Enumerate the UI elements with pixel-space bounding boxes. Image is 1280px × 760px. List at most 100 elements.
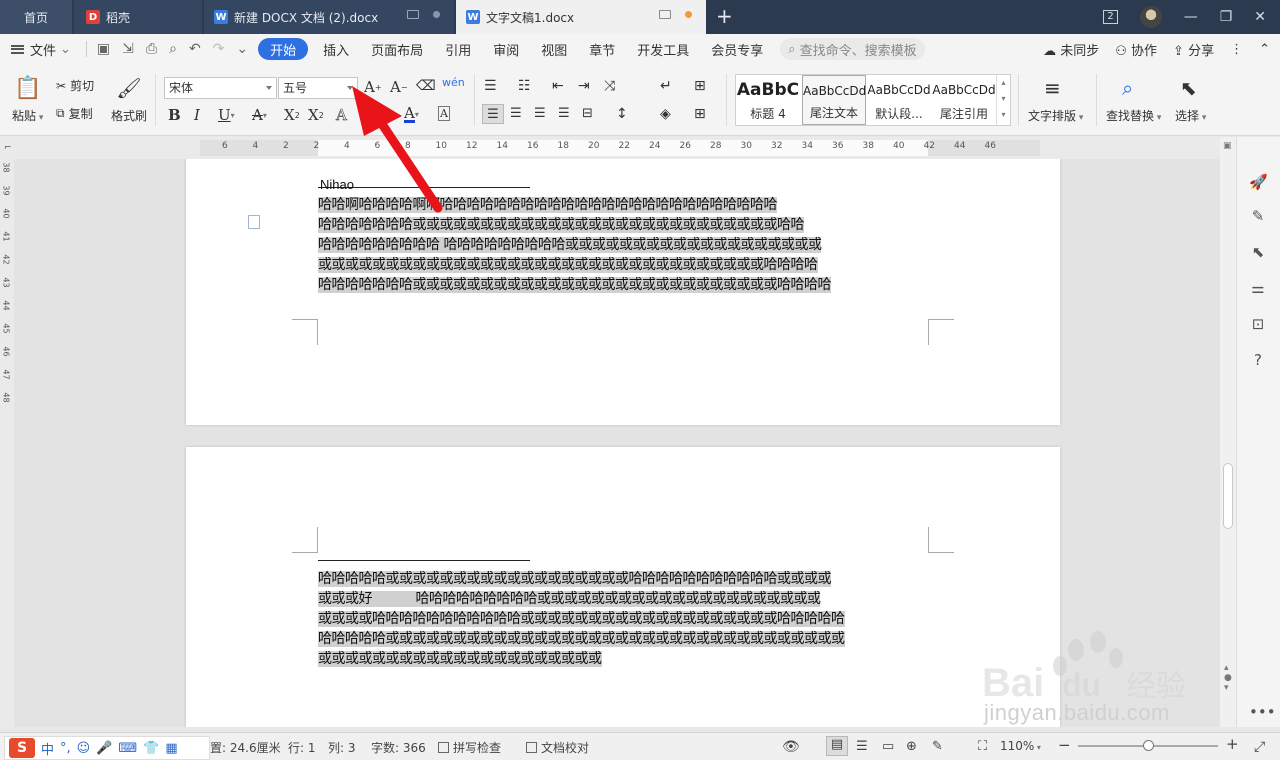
fit-page-icon[interactable]: ⛶ <box>978 739 987 754</box>
char-border-icon[interactable]: A <box>438 106 450 121</box>
bold-icon[interactable]: B <box>168 106 181 124</box>
spell-check-button[interactable]: 拼写检查 <box>438 739 501 756</box>
strikethrough-icon[interactable]: A ▾ <box>252 106 267 124</box>
decrease-indent-icon[interactable]: ⇤ <box>552 78 564 94</box>
web-view-icon[interactable]: ⊕ <box>906 739 917 754</box>
tab-home[interactable]: 首页 <box>0 0 72 34</box>
find-replace-button[interactable]: 查找替换 ▾ <box>1106 107 1161 124</box>
unsaved-dot-icon[interactable] <box>685 11 692 18</box>
eye-protection-icon[interactable]: 👁 <box>782 739 800 755</box>
numbering-icon[interactable]: ☷ <box>518 78 531 94</box>
rocket-icon[interactable]: 🚀 <box>1249 173 1268 191</box>
pointer-icon[interactable]: ⬉ <box>1249 243 1267 261</box>
apps-icon[interactable]: ▦ <box>165 741 177 756</box>
distributed-icon[interactable]: ⊟ <box>582 106 593 121</box>
chinese-layout-icon[interactable]: ⤨ <box>604 78 615 94</box>
tab-review[interactable]: 审阅 <box>482 34 530 64</box>
grow-font-icon[interactable]: A + <box>364 78 382 96</box>
emoji-icon[interactable]: ☺ <box>77 741 91 756</box>
skin-icon[interactable]: 👕 <box>143 741 159 756</box>
phonetic-guide-icon[interactable]: wén <box>442 76 465 89</box>
more-dots-icon[interactable]: ••• <box>1249 703 1276 721</box>
restore-icon[interactable]: ❐ <box>1220 9 1233 25</box>
doc-check-button[interactable]: 文档校对 <box>526 739 589 756</box>
file-menu[interactable]: 文件 ⌄ <box>0 34 82 64</box>
line-break-icon[interactable]: ↵ <box>660 78 672 94</box>
more-icon[interactable]: ⋮ <box>1230 42 1243 57</box>
write-mode-icon[interactable]: ✎ <box>932 739 943 754</box>
page-view-icon[interactable]: ▤ <box>826 736 848 756</box>
inbox-icon[interactable]: ⊡ <box>1249 315 1267 333</box>
scroll-top-icon[interactable]: ▣ <box>1223 141 1232 151</box>
copy-button[interactable]: ⧉ 复制 <box>56 105 93 122</box>
style-default-para[interactable]: AaBbCcDd 默认段... <box>867 75 931 125</box>
export-icon[interactable]: ⇲ <box>116 41 140 57</box>
tab-developer[interactable]: 开发工具 <box>626 34 700 64</box>
clear-format-icon[interactable]: ⌫ <box>416 78 436 94</box>
word-count[interactable]: 字数: 366 <box>371 739 426 756</box>
style-gallery-scroll[interactable]: ▴ ▾ ▾ <box>996 75 1010 125</box>
cut-button[interactable]: ✂ 剪切 <box>56 77 94 94</box>
align-left-icon[interactable]: ☰ <box>482 104 504 124</box>
paste-icon[interactable]: 📋 <box>14 74 42 102</box>
share-button[interactable]: ⇪ 分享 <box>1173 40 1214 59</box>
font-size-select[interactable]: 五号 <box>278 77 358 99</box>
page-2[interactable]: 哈哈哈哈哈或或或或或或或或或或或或或或或或或或哈哈哈哈哈哈哈哈哈哈哈或或或或 或… <box>186 447 1060 727</box>
undo-icon[interactable]: ↶ <box>183 41 207 57</box>
page2-body[interactable]: 哈哈哈哈哈或或或或或或或或或或或或或或或或或或哈哈哈哈哈哈哈哈哈哈哈或或或或 或… <box>318 569 930 669</box>
tab-start[interactable]: 开始 <box>258 38 309 60</box>
collab-button[interactable]: ⚇ 协作 <box>1115 40 1157 59</box>
close-window-icon[interactable]: ✕ <box>1254 9 1266 25</box>
zoom-in-icon[interactable]: + <box>1226 735 1239 753</box>
vertical-ruler[interactable]: 38 39 40 41 42 43 44 45 46 47 48 <box>0 159 14 727</box>
help-icon[interactable]: ? <box>1249 351 1267 369</box>
text-effect-icon[interactable]: A <box>336 106 347 125</box>
scrollbar-thumb[interactable] <box>1223 463 1233 529</box>
punctuation-icon[interactable]: °, <box>60 741 71 756</box>
underline-icon[interactable]: U ▾ <box>218 106 235 124</box>
zoom-slider-thumb[interactable] <box>1143 740 1154 751</box>
print-preview-icon[interactable]: ⌕ <box>163 41 183 57</box>
pen-icon[interactable]: ✎ <box>1249 207 1267 225</box>
font-name-select[interactable]: 宋体 <box>164 77 277 99</box>
avatar[interactable] <box>1139 6 1162 28</box>
tab-references[interactable]: 引用 <box>434 34 482 64</box>
command-search[interactable]: ⌕ 查找命令、搜索模板 <box>780 38 925 60</box>
tab-insert[interactable]: 插入 <box>312 34 360 64</box>
keyboard-icon[interactable]: ⌨ <box>118 741 137 756</box>
minimize-icon[interactable]: — <box>1184 9 1198 25</box>
tab-chapter[interactable]: 章节 <box>578 34 626 64</box>
ime-mode[interactable]: 中 <box>41 739 54 758</box>
tab-daoke[interactable]: D 稻壳 <box>74 0 202 34</box>
superscript-icon[interactable]: X2 <box>284 106 300 124</box>
paragraph-handle-icon[interactable] <box>248 215 260 229</box>
tab-page-layout[interactable]: 页面布局 <box>360 34 434 64</box>
close-tab-icon[interactable] <box>433 11 440 18</box>
microphone-icon[interactable]: 🎤 <box>96 741 112 756</box>
page-nav-icon[interactable]: ▴ ● ▾ <box>1224 663 1232 693</box>
increase-indent-icon[interactable]: ⇥ <box>578 78 590 94</box>
sync-status[interactable]: ☁ 未同步 <box>1043 40 1099 59</box>
zoom-out-icon[interactable]: − <box>1058 736 1071 754</box>
page-1[interactable]: Nihao 哈哈啊哈哈哈哈啊啊哈哈哈哈哈哈哈哈哈哈哈哈哈哈哈哈哈哈哈哈哈哈哈哈哈… <box>186 159 1060 425</box>
tab-stop-icon[interactable]: ⌐ <box>4 143 12 153</box>
horizontal-ruler[interactable]: 6 4 2 2 4 6 8 10 12 14 16 18 20 22 24 26 28 30 32 34 36 38 40 4… <box>0 137 1220 159</box>
shading-icon[interactable]: ◈ <box>660 106 671 122</box>
style-heading4[interactable]: AaBbC 标题 4 <box>736 75 800 125</box>
align-right-icon[interactable]: ☰ <box>534 106 546 121</box>
page1-body[interactable]: 哈哈啊哈哈哈哈啊啊哈哈哈哈哈哈哈哈哈哈哈哈哈哈哈哈哈哈哈哈哈哈哈哈哈 哈哈哈哈哈… <box>318 195 930 295</box>
fullscreen-icon[interactable]: ⤢ <box>1254 739 1265 755</box>
print-icon[interactable]: ⎙ <box>140 41 163 57</box>
vertical-scrollbar[interactable]: ▣ ▴ ● ▾ <box>1220 137 1236 727</box>
tab-member[interactable]: 会员专享 <box>700 34 774 64</box>
bullets-icon[interactable]: ☰ <box>484 78 497 94</box>
sliders-icon[interactable]: ⚌ <box>1249 279 1267 297</box>
zoom-select[interactable]: 110% ▾ <box>1000 739 1041 753</box>
align-center-icon[interactable]: ☰ <box>510 106 522 121</box>
reading-view-icon[interactable]: ▭ <box>882 739 894 754</box>
ime-toolbar[interactable]: S 中 °, ☺ 🎤 ⌨ 👕 ▦ <box>4 736 210 760</box>
collapse-ribbon-icon[interactable]: ⌃ <box>1259 42 1270 57</box>
tab-doc1[interactable]: W 文字文稿1.docx <box>456 0 706 34</box>
redo-icon[interactable]: ↷ <box>207 41 231 57</box>
float-window-icon[interactable] <box>407 10 419 19</box>
